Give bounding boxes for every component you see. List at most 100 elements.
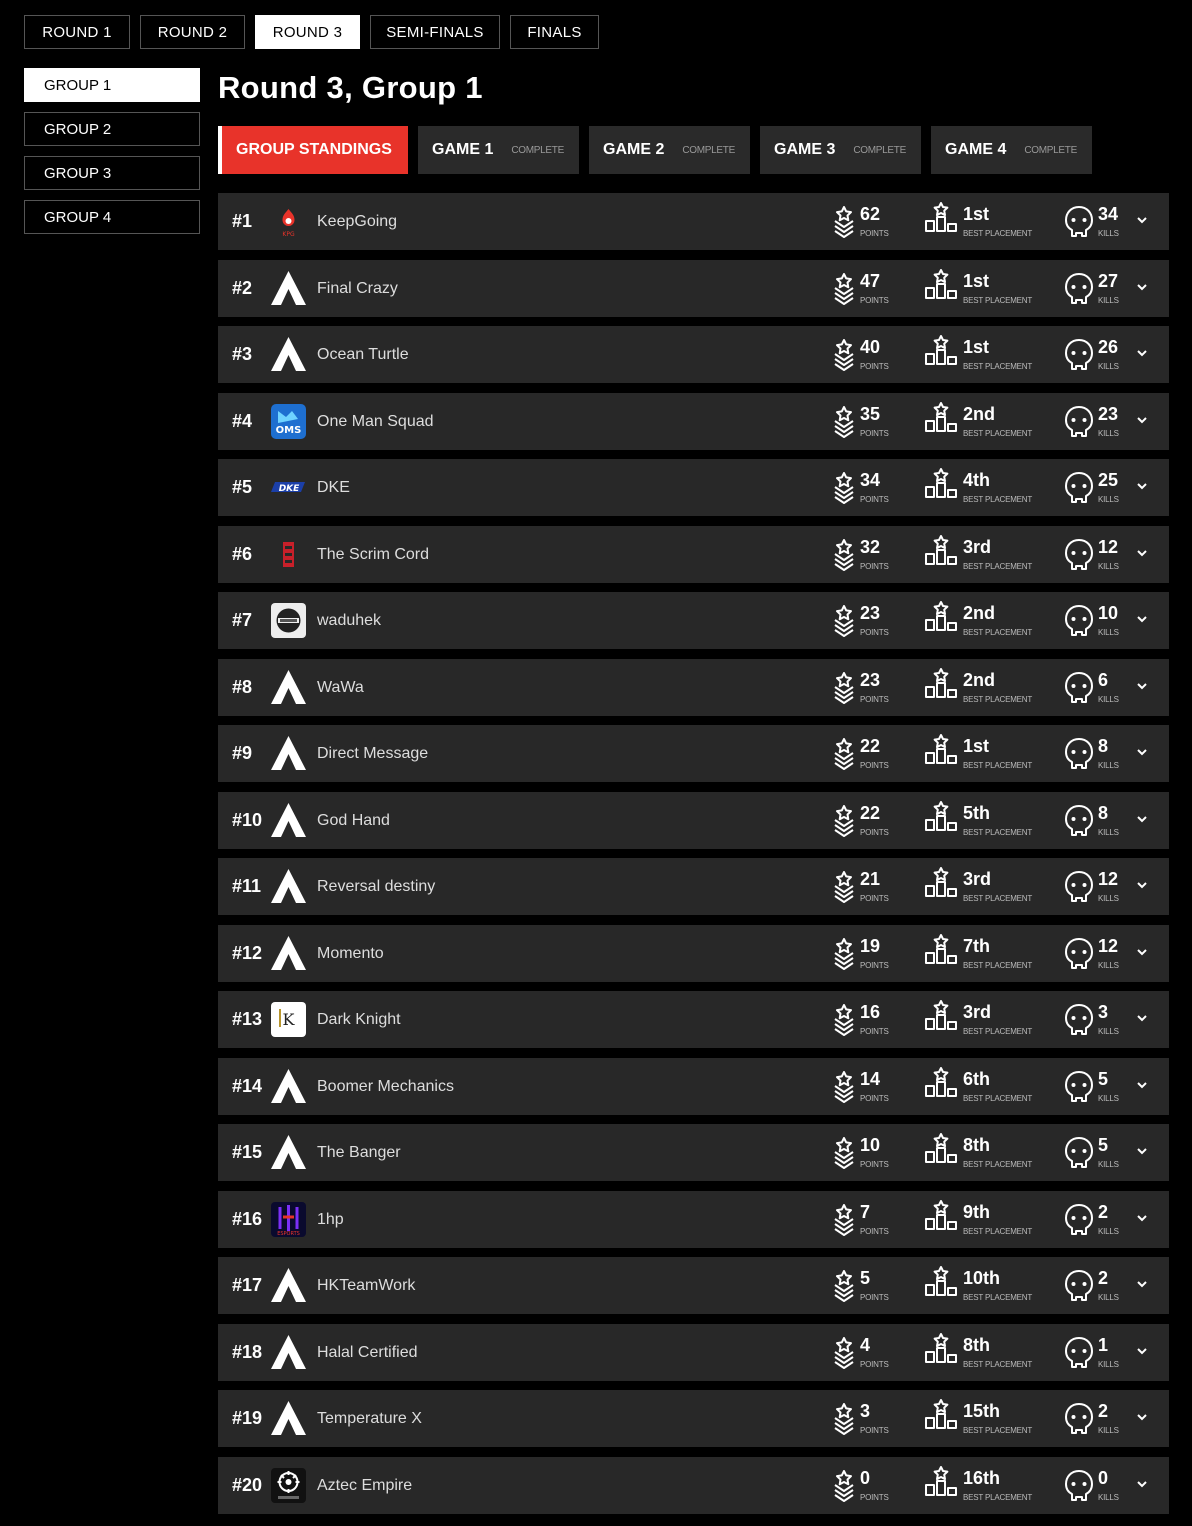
chevron-down-icon[interactable]: [1135, 213, 1149, 232]
chevron-down-icon[interactable]: [1135, 1211, 1149, 1230]
chevron-down-icon[interactable]: [1135, 1144, 1149, 1163]
tab-group-standings[interactable]: GROUP STANDINGS: [218, 126, 408, 174]
chevron-down-icon[interactable]: [1135, 1011, 1149, 1030]
standings-row[interactable]: #11 Reversal destiny 21 POINTS 3rd BEST …: [218, 858, 1169, 915]
standings-row[interactable]: #6 The Scrim Cord 32 POINTS 3rd BEST PLA…: [218, 525, 1169, 583]
standings-row[interactable]: #3 Ocean Turtle 40 POINTS 1st BEST PLACE…: [218, 326, 1169, 383]
apex-logo: [270, 735, 307, 772]
group-item-3[interactable]: GROUP 3: [24, 156, 200, 190]
team-name: HKTeamWork: [317, 1277, 416, 1294]
standings-row[interactable]: #17 HKTeamWork 5 POINTS 10th BEST PLACEM…: [218, 1257, 1169, 1314]
standings-row[interactable]: #20 Aztec Empire 0 POINTS 16th BEST PLAC…: [218, 1456, 1169, 1514]
chevron-down-icon[interactable]: [1135, 1410, 1149, 1429]
chevron-down-icon[interactable]: [1135, 1277, 1149, 1296]
chevron-down-icon[interactable]: [1135, 1477, 1149, 1496]
standings-row[interactable]: #13 K Dark Knight 16 POINTS 3rd BEST PLA…: [218, 991, 1169, 1048]
group-item-4[interactable]: GROUP 4: [24, 200, 200, 234]
tab-game-3[interactable]: GAME 3 COMPLETE: [760, 126, 921, 174]
round-tab-3[interactable]: ROUND 3: [255, 15, 360, 49]
svg-text:ESPORTS: ESPORTS: [277, 1231, 300, 1237]
scrimcord-logo: [270, 536, 307, 573]
standings-row[interactable]: #10 God Hand 22 POINTS 5th BEST PLACEMEN…: [218, 791, 1169, 849]
kills-value: 6: [1098, 669, 1109, 690]
team-rank: #12: [232, 942, 263, 963]
chevron-down-icon[interactable]: [1135, 1078, 1149, 1097]
points-value: 10: [860, 1135, 881, 1155]
chevron-down-icon[interactable]: [1135, 546, 1149, 565]
skull-icon: [1064, 1136, 1094, 1175]
standings-row[interactable]: #14 Boomer Mechanics 14 POINTS 6th BEST …: [218, 1057, 1169, 1115]
best-placement-label: BEST PLACEMENT: [963, 1160, 1033, 1169]
points-value: 5: [860, 1268, 871, 1288]
chevron-down-icon[interactable]: [1135, 945, 1149, 964]
standings-row[interactable]: #12 Momento 19 POINTS 7th BEST PLACEMENT: [218, 924, 1169, 982]
standings-row[interactable]: #1 KPG KeepGoing 62 POINTS 1st BEST PLAC…: [218, 193, 1169, 250]
kills-value: 5: [1098, 1135, 1109, 1155]
kills-value: 12: [1098, 869, 1119, 889]
team-rank: #11: [232, 876, 262, 896]
podium-icon: [924, 1398, 958, 1435]
round-tab-2[interactable]: ROUND 2: [140, 15, 245, 49]
team-name: Dark Knight: [317, 1011, 401, 1028]
standings-row[interactable]: #18 Halal Certified 4 POINTS 8th BEST PL…: [218, 1323, 1169, 1381]
chevron-down-icon[interactable]: [1135, 612, 1149, 631]
best-placement-value: 6th: [963, 1068, 990, 1089]
chevron-down-icon[interactable]: [1135, 479, 1149, 498]
chevron-down-icon[interactable]: [1135, 745, 1149, 764]
team-rank: #3: [232, 344, 253, 364]
apex-logo: [270, 1400, 307, 1437]
team-name: WaWa: [317, 678, 364, 696]
points-icon: [832, 1335, 856, 1374]
standings-row[interactable]: #5 DKE DKE 34 POINTS 4th BEST PLACEMENT: [218, 459, 1169, 516]
chevron-down-icon[interactable]: [1135, 1344, 1149, 1363]
points-value: 3: [860, 1401, 871, 1421]
chevron-down-icon[interactable]: [1135, 878, 1149, 897]
standings-row[interactable]: #2 Final Crazy 47 POINTS 1st BEST PLACEM…: [218, 259, 1169, 317]
podium-icon: [924, 1465, 958, 1502]
points-label: POINTS: [860, 694, 889, 704]
team-rank: #13: [232, 1009, 263, 1029]
standings-row[interactable]: #19 Temperature X 3 POINTS 15th BEST PLA…: [218, 1390, 1169, 1447]
round-tab-semi-finals[interactable]: SEMI-FINALS: [370, 15, 500, 49]
standings-row[interactable]: #4 OMS One Man Squad 35 POINTS 2nd BEST …: [218, 392, 1169, 450]
tab-game-2[interactable]: GAME 2 COMPLETE: [589, 126, 750, 174]
round-tab-1[interactable]: ROUND 1: [24, 15, 130, 49]
chevron-down-icon[interactable]: [1135, 280, 1149, 299]
best-placement-value: 2nd: [963, 669, 996, 690]
group-item-1[interactable]: GROUP 1: [24, 68, 200, 102]
tab-label: GROUP STANDINGS: [236, 141, 392, 158]
team-name: One Man Squad: [317, 412, 434, 430]
chevron-down-icon[interactable]: [1135, 413, 1149, 432]
kills-value: 10: [1098, 603, 1119, 623]
podium-icon: [924, 933, 958, 970]
kills-label: KILLS: [1098, 960, 1119, 970]
tab-game-1[interactable]: GAME 1 COMPLETE: [418, 126, 579, 174]
team-rank: #6: [232, 543, 253, 564]
standings-row[interactable]: #9 Direct Message 22 POINTS 1st BEST PLA…: [218, 725, 1169, 782]
team-rank: #7: [232, 610, 253, 630]
points-label: POINTS: [860, 495, 889, 504]
skull-icon: [1064, 1402, 1094, 1441]
best-placement-label: BEST PLACEMENT: [963, 1492, 1033, 1502]
oms-logo: OMS: [270, 403, 307, 440]
kills-label: KILLS: [1098, 295, 1119, 305]
apex-logo: [270, 935, 307, 972]
podium-icon: [924, 268, 958, 305]
chevron-down-icon[interactable]: [1135, 679, 1149, 698]
best-placement-value: 15th: [963, 1401, 1001, 1421]
group-item-2[interactable]: GROUP 2: [24, 112, 200, 146]
round-tab-finals[interactable]: FINALS: [510, 15, 599, 49]
points-value: 62: [860, 204, 881, 224]
waduhek-logo: [270, 602, 307, 639]
best-placement-label: BEST PLACEMENT: [963, 827, 1033, 837]
points-value: 47: [860, 270, 881, 291]
chevron-down-icon[interactable]: [1135, 346, 1149, 365]
svg-text:OMS: OMS: [276, 425, 302, 436]
chevron-down-icon[interactable]: [1135, 812, 1149, 831]
standings-row[interactable]: #7 waduhek 23 POINTS 2nd BEST PLACEMENT: [218, 592, 1169, 649]
best-placement-label: BEST PLACEMENT: [963, 1293, 1033, 1302]
standings-row[interactable]: #8 WaWa 23 POINTS 2nd BEST PLACEMENT 6 K…: [218, 658, 1169, 716]
tab-game-4[interactable]: GAME 4 COMPLETE: [931, 126, 1092, 174]
standings-row[interactable]: #15 The Banger 10 POINTS 8th BEST PLACEM…: [218, 1124, 1169, 1181]
standings-row[interactable]: #16 ESPORTS 1hp 7 POINTS 9th BEST PLACEM…: [218, 1190, 1169, 1248]
